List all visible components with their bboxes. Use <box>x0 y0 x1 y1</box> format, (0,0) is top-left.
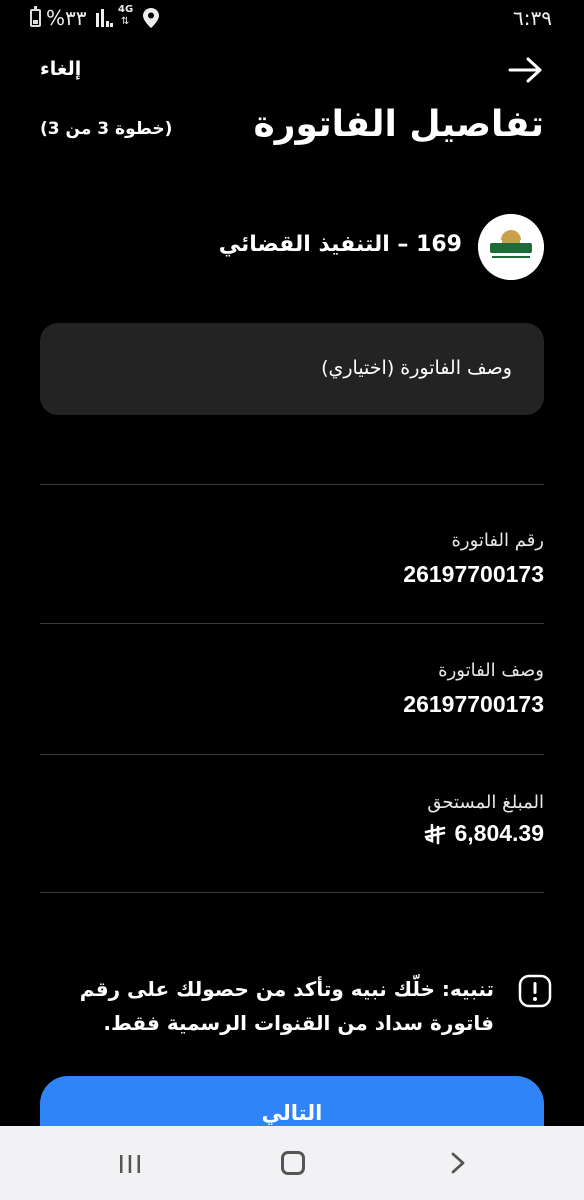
signal-icon <box>96 9 114 27</box>
cancel-button[interactable]: إلغاء <box>40 58 81 80</box>
system-navigation-bar <box>0 1126 584 1200</box>
network-type: 4G <box>118 4 134 15</box>
divider <box>40 623 544 624</box>
saudi-riyal-icon <box>425 823 446 844</box>
battery-icon <box>30 6 41 27</box>
invoice-number-label: رقم الفاتورة <box>451 530 544 551</box>
divider <box>40 892 544 893</box>
next-button-label: التالي <box>261 1101 323 1125</box>
page-title: تفاصيل الفاتورة <box>253 104 544 145</box>
alert-icon <box>518 974 552 1008</box>
location-icon <box>143 8 159 28</box>
invoice-description-label: وصف الفاتورة <box>438 660 544 681</box>
divider <box>40 754 544 755</box>
data-arrows-icon: ⇅ <box>121 16 130 27</box>
home-icon[interactable] <box>281 1151 305 1175</box>
back-arrow-icon[interactable] <box>508 56 544 84</box>
ministry-of-justice-logo <box>478 214 544 280</box>
divider <box>40 484 544 485</box>
amount-due-value: 6,804.39 <box>454 820 544 846</box>
step-indicator: (خطوة 3 من 3) <box>40 119 173 139</box>
invoice-description-value: 26197700173 <box>403 691 544 717</box>
warning-text: تنبيه: خلّك نبيه وتأكد من حصولك على رقم … <box>79 977 494 1035</box>
invoice-number-value: 26197700173 <box>403 561 544 587</box>
amount-due-label: المبلغ المستحق <box>427 792 544 813</box>
recent-apps-icon[interactable] <box>118 1154 142 1174</box>
battery-percentage: %٣٣ <box>46 6 87 30</box>
invoice-description-placeholder: وصف الفاتورة (اختياري) <box>321 357 512 379</box>
amount-due-row: 6,804.39 <box>424 820 544 847</box>
nav-back-icon[interactable] <box>448 1152 468 1174</box>
invoice-description-input[interactable]: وصف الفاتورة (اختياري) <box>40 323 544 415</box>
clock: ٦:٣٩ <box>513 6 552 30</box>
status-bar: %٣٣ 4G ⇅ ٦:٣٩ <box>0 0 584 36</box>
biller-name: 169 – التنفيذ القضائي <box>218 232 462 257</box>
